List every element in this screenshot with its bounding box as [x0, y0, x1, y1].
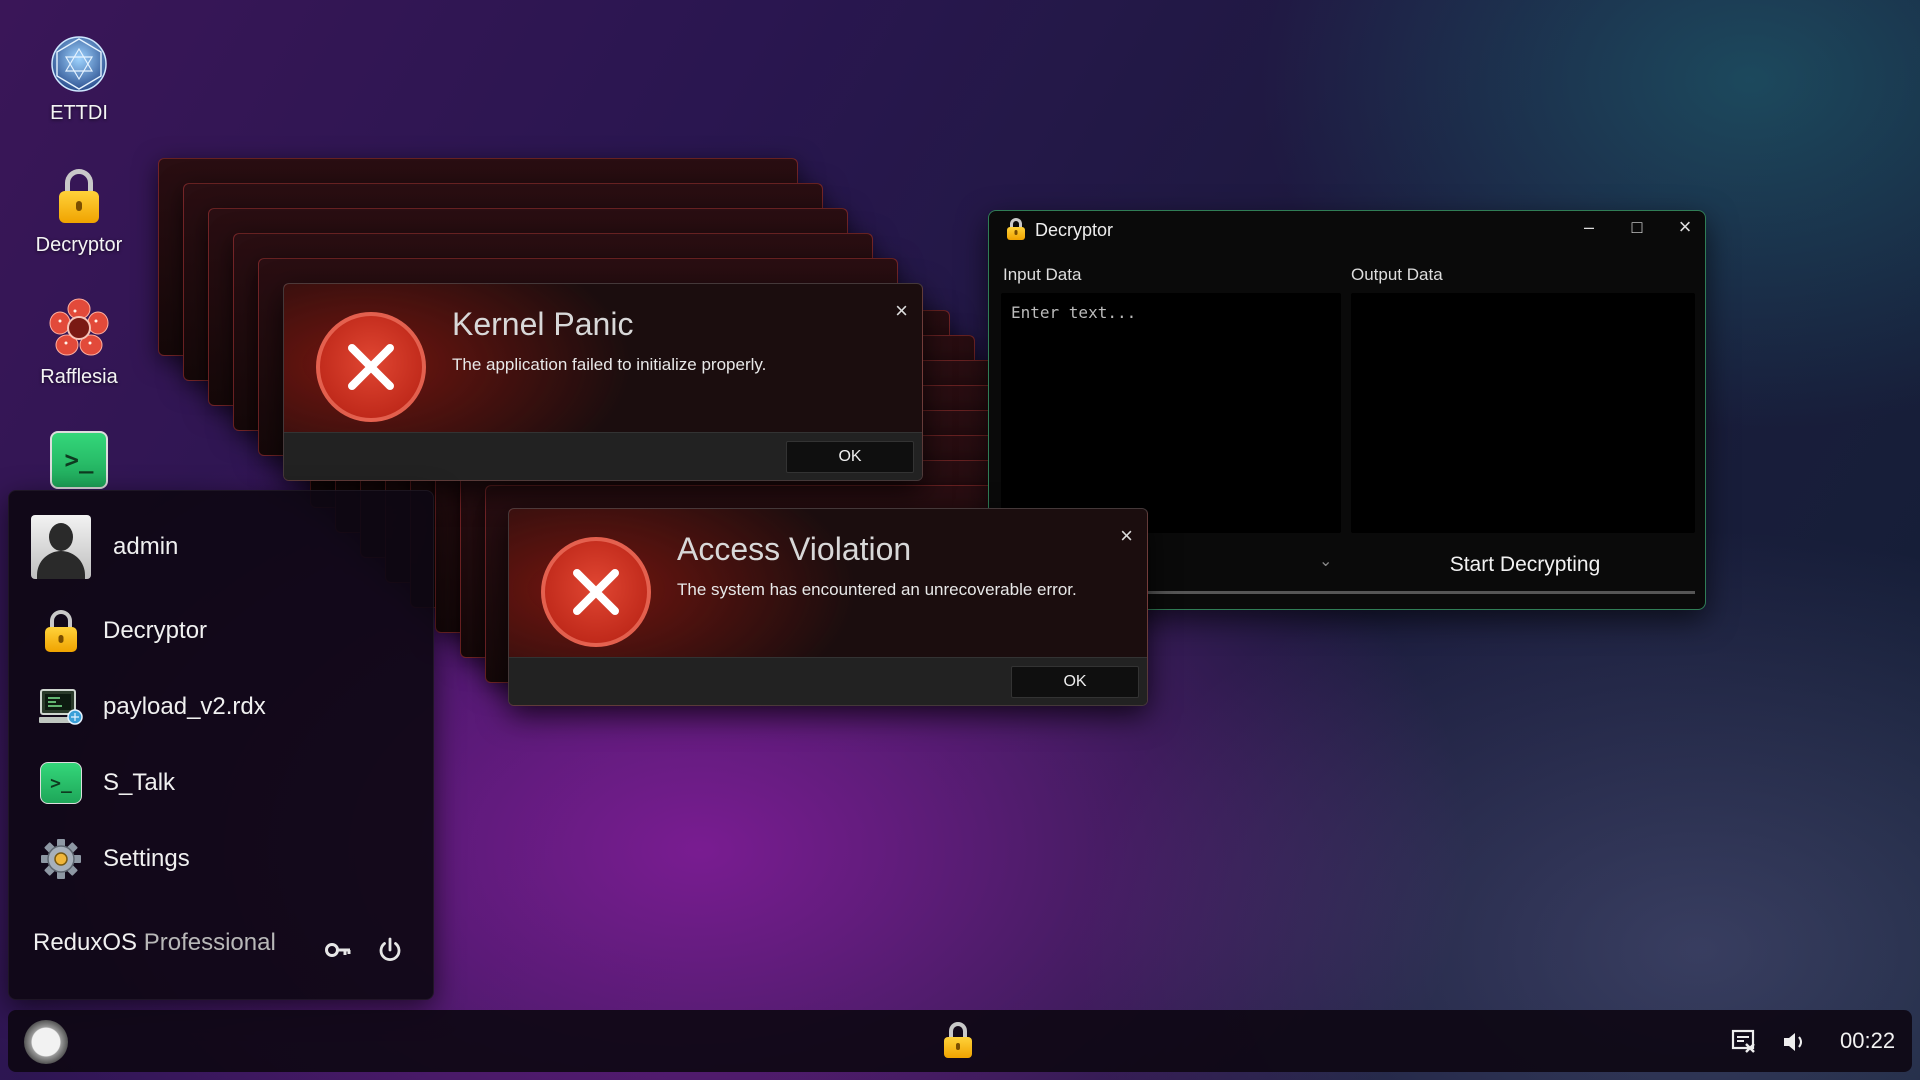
- maximize-button[interactable]: □: [1623, 217, 1651, 238]
- start-menu[interactable]: admin Decryptor payload_v2.rdx >_ S_Talk…: [8, 490, 434, 1000]
- dialog-footer: OK: [509, 657, 1147, 705]
- window-titlebar[interactable]: Decryptor – □ ×: [989, 211, 1705, 247]
- taskbar-app-decryptor[interactable]: [940, 1022, 976, 1062]
- desktop-icon-terminal[interactable]: >_: [18, 428, 140, 492]
- network-icon[interactable]: [1730, 1028, 1758, 1056]
- input-placeholder: Enter text...: [1011, 303, 1137, 322]
- dialog-message: The system has encountered an unrecovera…: [677, 580, 1077, 599]
- error-icon: [316, 312, 426, 422]
- chevron-down-icon: ⌄: [1319, 553, 1333, 570]
- menu-item-label: payload_v2.rdx: [103, 693, 266, 720]
- terminal-icon: >_: [39, 761, 83, 805]
- menu-item-label: Decryptor: [103, 617, 208, 644]
- access-violation-dialog[interactable]: Access Violation The system has encounte…: [508, 508, 1148, 706]
- user-profile[interactable]: admin: [31, 513, 178, 581]
- close-button[interactable]: ×: [1671, 214, 1699, 240]
- desktop-icon-label: ETTDI: [50, 102, 108, 124]
- close-icon[interactable]: ×: [895, 298, 908, 324]
- start-decrypting-button[interactable]: Start Decrypting: [1355, 543, 1695, 587]
- output-data-label: Output Data: [1351, 265, 1443, 284]
- volume-icon[interactable]: [1780, 1028, 1808, 1056]
- input-data-label: Input Data: [1003, 265, 1082, 284]
- start-menu-item-payload[interactable]: payload_v2.rdx: [39, 679, 419, 735]
- os-name: ReduxOS: [33, 929, 138, 956]
- input-data-field[interactable]: [1001, 293, 1341, 533]
- flower-icon: [47, 296, 111, 360]
- lock-icon: [944, 1022, 972, 1058]
- os-branding: ReduxOS Professional: [33, 929, 276, 957]
- sphere-icon: [47, 32, 111, 96]
- close-icon[interactable]: ×: [1120, 523, 1133, 549]
- dialog-title: Access Violation: [677, 531, 912, 567]
- start-button[interactable]: [24, 1020, 68, 1064]
- dialog-footer: OK: [284, 432, 922, 480]
- menu-item-label: S_Talk: [103, 769, 176, 796]
- menu-item-label: Settings: [103, 845, 190, 872]
- ok-button[interactable]: OK: [1011, 666, 1139, 698]
- start-menu-item-s-talk[interactable]: >_ S_Talk: [39, 755, 419, 811]
- dialog-title: Kernel Panic: [452, 306, 634, 342]
- desktop-icon-label: Decryptor: [35, 234, 123, 256]
- lock-icon: [39, 609, 83, 653]
- output-data-field[interactable]: [1351, 293, 1695, 533]
- kernel-panic-dialog[interactable]: Kernel Panic The application failed to i…: [283, 283, 923, 481]
- start-menu-item-settings[interactable]: Settings: [39, 831, 419, 887]
- taskbar: 00:22: [8, 1010, 1912, 1072]
- minimize-button[interactable]: –: [1575, 217, 1603, 238]
- desktop-icon-ettdi[interactable]: ETTDI: [18, 32, 140, 125]
- lock-icon: [47, 164, 111, 228]
- power-icon[interactable]: [375, 935, 405, 965]
- terminal-icon: >_: [47, 428, 111, 492]
- ok-button[interactable]: OK: [786, 441, 914, 473]
- computer-file-icon: [39, 685, 83, 729]
- desktop-icon-label: Rafflesia: [40, 366, 118, 388]
- key-icon[interactable]: [323, 935, 353, 965]
- os-edition: Professional: [143, 929, 276, 956]
- window-title: Decryptor: [1035, 220, 1114, 240]
- avatar: [31, 515, 91, 579]
- start-menu-item-decryptor[interactable]: Decryptor: [39, 603, 419, 659]
- clock: 00:22: [1840, 1028, 1896, 1053]
- gear-icon: [39, 837, 83, 881]
- desktop-icon-rafflesia[interactable]: Rafflesia: [18, 296, 140, 389]
- lock-icon: [1007, 218, 1025, 245]
- desktop-icon-decryptor[interactable]: Decryptor: [18, 164, 140, 257]
- username: admin: [113, 533, 179, 560]
- error-icon: [541, 537, 651, 647]
- dialog-message: The application failed to initialize pro…: [452, 355, 767, 374]
